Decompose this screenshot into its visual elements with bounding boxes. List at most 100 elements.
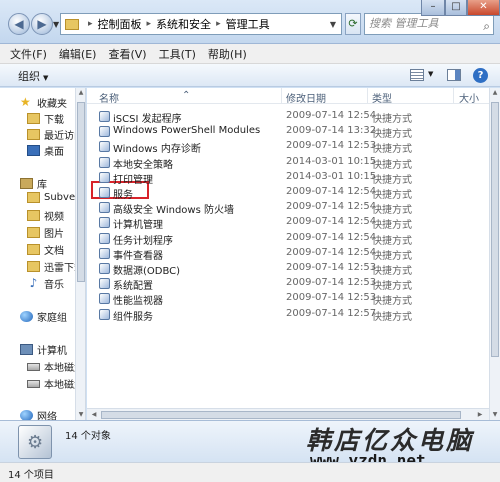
help-icon[interactable]: ? <box>473 68 488 83</box>
nav-item-subversion[interactable]: Subvers <box>27 192 75 203</box>
breadcrumb-separator[interactable]: ▸ <box>216 19 221 29</box>
column-divider[interactable] <box>367 88 368 104</box>
file-row[interactable]: Windows 内存诊断 2009-07-14 12:53 快捷方式 <box>87 139 489 155</box>
file-row[interactable]: 任务计划程序 2009-07-14 12:54 快捷方式 <box>87 231 489 247</box>
file-row[interactable]: 计算机管理 2009-07-14 12:54 快捷方式 <box>87 215 489 232</box>
nav-homegroup[interactable]: 家庭组 <box>20 309 67 324</box>
breadcrumb-separator[interactable]: ▸ <box>88 19 93 29</box>
menu-edit[interactable]: 编辑(E) <box>59 46 97 62</box>
shortcut-icon <box>99 293 110 305</box>
nav-item-label: 下载 <box>44 115 64 126</box>
nav-item-pictures[interactable]: 图片 <box>27 225 64 240</box>
scroll-thumb[interactable] <box>491 102 499 357</box>
file-row[interactable]: 数据源(ODBC) 2009-07-14 12:53 快捷方式 <box>87 261 489 277</box>
music-icon: ♪ <box>29 276 38 290</box>
scroll-left-icon[interactable]: ◀ <box>89 410 99 420</box>
scroll-right-icon[interactable]: ▶ <box>475 410 485 420</box>
preview-pane-icon[interactable] <box>447 69 461 81</box>
menu-help[interactable]: 帮助(H) <box>208 46 247 62</box>
column-divider[interactable] <box>281 88 282 104</box>
breadcrumb-system-security[interactable]: 系统和安全 <box>156 16 211 32</box>
nav-item-documents[interactable]: 文档 <box>27 242 64 257</box>
scroll-thumb[interactable] <box>101 411 461 419</box>
menu-file[interactable]: 文件(F) <box>10 46 47 62</box>
menu-tools[interactable]: 工具(T) <box>159 46 196 62</box>
breadcrumb-separator[interactable]: ▸ <box>147 19 152 29</box>
folder-icon <box>65 18 79 30</box>
file-type: 快捷方式 <box>372 129 412 141</box>
file-type: 快捷方式 <box>372 250 412 262</box>
file-type: 快捷方式 <box>372 205 412 217</box>
menu-bar: 文件(F) 编辑(E) 查看(V) 工具(T) 帮助(H) <box>0 44 500 64</box>
file-name: 打印管理 <box>113 174 153 186</box>
nav-computer[interactable]: 计算机 <box>20 342 67 357</box>
nav-item-music[interactable]: ♪ 音乐 <box>27 276 64 291</box>
change-view-icon[interactable] <box>410 69 424 81</box>
breadcrumb-admin-tools[interactable]: 管理工具 <box>226 16 270 32</box>
nav-libraries[interactable]: 库 <box>20 176 47 191</box>
column-divider[interactable] <box>453 88 454 104</box>
search-input[interactable]: 搜索 管理工具 ⌕ <box>364 13 494 35</box>
scroll-up-icon[interactable]: ▲ <box>490 88 500 98</box>
scroll-down-icon[interactable]: ▼ <box>76 410 86 420</box>
network-icon <box>20 410 33 420</box>
address-bar[interactable]: ▸ 控制面板 ▸ 系统和安全 ▸ 管理工具 ▼ <box>60 13 342 35</box>
nav-item-thunder-downloads[interactable]: 迅雷下载 <box>27 259 75 274</box>
file-date: 2009-07-14 12:53 <box>286 277 377 289</box>
shortcut-icon <box>99 141 110 153</box>
nav-item-desktop[interactable]: 桌面 <box>27 143 64 158</box>
nav-item-label: 迅雷下载 <box>44 263 75 274</box>
column-type[interactable]: 类型 <box>372 90 392 105</box>
column-name[interactable]: 名称 <box>99 90 119 105</box>
nav-item-downloads[interactable]: 下载 <box>27 111 64 126</box>
vertical-scrollbar[interactable]: ▲ ▼ <box>489 88 500 420</box>
nav-item-videos[interactable]: 视频 <box>27 208 64 223</box>
file-row[interactable]: 服务 2009-07-14 12:54 快捷方式 <box>87 185 489 201</box>
nav-favorites[interactable]: ★ 收藏夹 <box>20 95 67 110</box>
file-row[interactable]: 组件服务 2009-07-14 12:57 快捷方式 <box>87 307 489 323</box>
shortcut-icon <box>99 126 110 138</box>
minimize-button[interactable]: – <box>421 0 445 16</box>
file-date: 2009-07-14 12:53 <box>286 292 377 304</box>
file-row[interactable]: 打印管理 2014-03-01 10:15 快捷方式 <box>87 170 489 186</box>
file-date: 2014-03-01 10:15 <box>286 170 377 182</box>
file-row[interactable]: 系统配置 2009-07-14 12:53 快捷方式 <box>87 276 489 292</box>
nav-item-recent[interactable]: 最近访问 <box>27 127 75 142</box>
file-type: 快捷方式 <box>372 266 412 277</box>
item-count: 14 个项目 <box>8 470 54 481</box>
menu-view[interactable]: 查看(V) <box>108 46 146 62</box>
organize-button[interactable]: 组织 ▼ <box>18 68 48 84</box>
nav-item-local-disk[interactable]: 本地磁盘 <box>27 359 75 374</box>
refresh-button[interactable]: ⟳ <box>345 13 361 35</box>
scroll-thumb[interactable] <box>77 102 85 282</box>
file-row[interactable]: 性能监视器 2009-07-14 12:53 快捷方式 <box>87 291 489 307</box>
back-button[interactable]: ◀ <box>8 13 30 35</box>
breadcrumb-control-panel[interactable]: 控制面板 <box>98 16 142 32</box>
scroll-down-icon[interactable]: ▼ <box>490 410 500 420</box>
scroll-up-icon[interactable]: ▲ <box>76 88 86 98</box>
file-row[interactable]: 高级安全 Windows 防火墙 2009-07-14 12:54 快捷方式 <box>87 200 489 217</box>
search-icon[interactable]: ⌕ <box>483 16 490 36</box>
column-header-row: ⌃ 名称 修改日期 类型 大小 <box>87 88 489 105</box>
file-row[interactable]: 事件查看器 2009-07-14 12:54 快捷方式 <box>87 246 489 262</box>
horizontal-scrollbar[interactable]: ◀ ▶ <box>87 408 489 420</box>
close-button[interactable]: ✕ <box>467 0 500 16</box>
forward-button[interactable]: ▶ <box>31 13 53 35</box>
file-row[interactable]: iSCSI 发起程序 2009-07-14 12:54 快捷方式 <box>87 109 489 125</box>
file-row[interactable]: 本地安全策略 2014-03-01 10:15 快捷方式 <box>87 155 489 171</box>
nav-scrollbar[interactable]: ▲ ▼ <box>76 88 86 420</box>
file-row[interactable]: Windows PowerShell Modules 2009-07-14 13:… <box>87 124 489 141</box>
maximize-button[interactable]: □ <box>445 0 467 16</box>
address-dropdown-icon[interactable]: ▼ <box>325 20 341 29</box>
nav-item-label: 最近访问 <box>44 131 75 142</box>
file-name: 计算机管理 <box>113 220 163 232</box>
nav-item-local-disk[interactable]: 本地磁盘 <box>27 376 75 391</box>
shortcut-icon <box>99 278 110 290</box>
file-date: 2009-07-14 12:54 <box>286 186 377 197</box>
column-date[interactable]: 修改日期 <box>286 90 326 105</box>
recent-pages-dropdown[interactable]: ▼ <box>53 20 59 29</box>
column-size[interactable]: 大小 <box>459 90 479 105</box>
view-dropdown-icon[interactable]: ▼ <box>428 70 433 78</box>
nav-network[interactable]: 网络 <box>20 408 57 420</box>
nav-item-label: 桌面 <box>44 147 64 158</box>
